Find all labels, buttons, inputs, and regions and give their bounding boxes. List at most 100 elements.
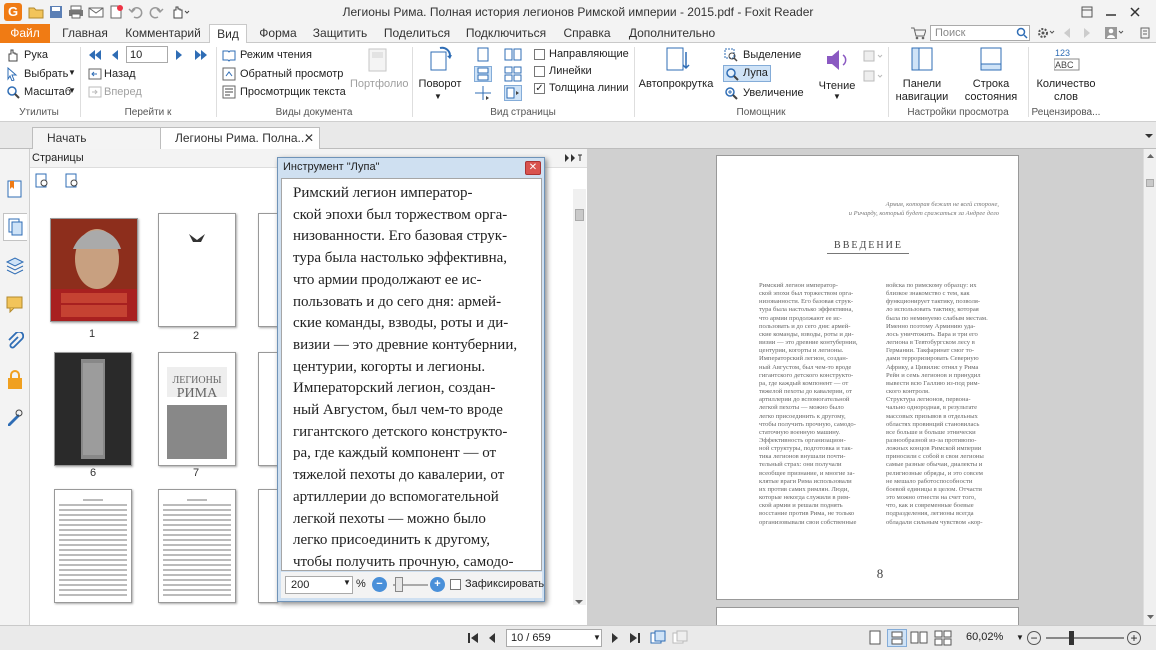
tab-start[interactable]: Начать [32, 127, 162, 149]
tabs-menu-icon[interactable] [1144, 132, 1154, 140]
page-thumbnail[interactable] [50, 218, 138, 322]
next-page-status-icon[interactable] [610, 632, 620, 644]
tab-form[interactable]: Форма [250, 24, 306, 43]
page-number-input[interactable]: 10 [126, 46, 168, 63]
bookmarks-icon[interactable] [6, 179, 24, 199]
rulers-check-box[interactable] [534, 66, 545, 77]
tab-document[interactable]: Легионы Рима. Полна... ✕ [160, 127, 320, 149]
page-indicator-input[interactable]: 10 / 659 [506, 629, 602, 647]
tab-share[interactable]: Поделиться [380, 24, 454, 43]
zoom-out-button[interactable]: − [1027, 631, 1041, 645]
scroll-down-icon[interactable] [1146, 613, 1155, 621]
portfolio-button[interactable]: Портфолио [350, 46, 409, 98]
minimize-button[interactable] [1098, 2, 1124, 22]
continuous-page-icon[interactable] [474, 66, 492, 82]
security-lock-icon[interactable] [6, 370, 24, 390]
thumb-zoom-out-icon[interactable] [64, 173, 80, 189]
zoom-slider-thumb[interactable] [1069, 631, 1074, 645]
autoscroll-button[interactable]: Автопрокрутка [638, 46, 714, 98]
thumb-zoom-in-icon[interactable] [34, 173, 50, 189]
comments-icon[interactable] [6, 295, 24, 313]
loupe-zoom-slider-thumb[interactable] [395, 577, 403, 592]
guides-check-box[interactable] [534, 49, 545, 60]
scroll-down-icon[interactable] [574, 598, 584, 606]
close-tab-icon[interactable]: ✕ [304, 128, 314, 149]
last-page-icon[interactable] [194, 49, 208, 61]
loupe-button[interactable]: Лупа [723, 65, 771, 82]
search-icon[interactable] [1016, 27, 1028, 39]
page-thumbnail[interactable] [54, 489, 132, 603]
zoom-in-button[interactable]: + [1127, 631, 1141, 645]
single-page-icon[interactable] [474, 47, 492, 63]
continuous-mode-icon[interactable] [887, 629, 907, 647]
collapse-panel-icon[interactable] [562, 149, 584, 167]
last-page-status-icon[interactable] [628, 632, 642, 644]
settings-gear-icon[interactable] [1036, 26, 1056, 40]
lock-checkbox[interactable] [450, 579, 461, 590]
pages-panel-icon[interactable] [3, 213, 27, 241]
tab-extras[interactable]: Дополнительно [624, 24, 720, 43]
panel-scrollbar[interactable] [573, 189, 586, 605]
close-loupe-button[interactable]: ✕ [525, 161, 541, 175]
user-icon[interactable] [1104, 26, 1126, 40]
back-view-status-icon[interactable] [650, 630, 666, 646]
menu-bar: Файл Главная Комментарий Вид Форма Защит… [0, 24, 1156, 44]
rotate-page-icon [430, 46, 452, 71]
loupe-window[interactable]: Инструмент "Лупа" ✕ Римский легион импер… [277, 157, 545, 602]
layers-icon[interactable] [5, 255, 25, 275]
facing-page-icon[interactable] [504, 47, 522, 63]
page-thumbnail[interactable] [258, 489, 278, 603]
back-nav-icon[interactable] [1060, 26, 1074, 40]
first-page-icon[interactable] [88, 49, 102, 61]
loupe-zoom-out-button[interactable]: − [372, 577, 387, 592]
facing-mode-icon[interactable] [910, 630, 928, 646]
help-icon[interactable] [1140, 27, 1150, 39]
title-page-image: ЛЕГИОНЫРИМА [167, 367, 227, 459]
epigraph-line-1: Армия, которая бежит не всей стороне, [885, 201, 999, 208]
scroll-up-icon[interactable] [1146, 152, 1155, 160]
forward-view-status-icon[interactable] [672, 630, 688, 646]
status-bar-button[interactable]: Строка состояния [958, 46, 1024, 104]
cover-page-icon[interactable] [504, 85, 522, 101]
single-page-mode-icon[interactable] [868, 630, 882, 646]
split-view-icon[interactable] [474, 85, 492, 101]
first-page-status-icon[interactable] [466, 632, 480, 644]
attachments-icon[interactable] [6, 332, 24, 352]
tab-home[interactable]: Главная [54, 24, 116, 43]
page-thumbnail[interactable] [258, 352, 278, 466]
checkmark-icon[interactable]: ✓ [534, 83, 545, 94]
prev-page-status-icon[interactable] [487, 632, 497, 644]
vertical-scrollbar[interactable] [1143, 149, 1156, 625]
page-thumbnail[interactable] [158, 213, 236, 327]
tab-comment[interactable]: Комментарий [120, 24, 206, 43]
signatures-icon[interactable] [6, 408, 24, 428]
read-options-icon[interactable] [862, 49, 886, 89]
search-input[interactable]: Поиск [930, 25, 1030, 41]
tab-help[interactable]: Справка [558, 24, 616, 43]
word-count-button[interactable]: 123 ABC Количество слов [1030, 46, 1102, 104]
close-button[interactable] [1122, 2, 1148, 22]
rotate-button[interactable]: Поворот ▼ [418, 46, 462, 104]
page-thumbnail[interactable] [158, 489, 236, 603]
zoom-percent-label[interactable]: 60,02% [966, 631, 1003, 643]
tab-view[interactable]: Вид [209, 24, 247, 44]
tab-protect[interactable]: Защитить [308, 24, 372, 43]
page-thumbnail[interactable] [258, 213, 278, 327]
continuous-facing-icon[interactable] [504, 66, 522, 82]
ribbon-toggle-icon[interactable] [1074, 2, 1100, 22]
read-aloud-button[interactable]: Чтение ▼ [812, 46, 862, 102]
next-page-icon[interactable] [174, 49, 184, 61]
tab-file[interactable]: Файл [0, 24, 50, 43]
forward-nav-icon[interactable] [1080, 26, 1094, 40]
zoom-slider-track[interactable] [1046, 637, 1124, 639]
page-thumbnail[interactable] [54, 352, 132, 466]
prev-page-icon[interactable] [110, 49, 120, 61]
page-thumbnail[interactable]: ЛЕГИОНЫ РИМА [158, 352, 236, 466]
loupe-zoom-in-button[interactable]: + [430, 577, 445, 592]
continuous-facing-mode-icon[interactable] [934, 630, 952, 646]
nav-panels-button[interactable]: Панели навигации [892, 46, 952, 104]
scrollbar-thumb[interactable] [575, 209, 584, 221]
scrollbar-thumb[interactable] [1146, 179, 1154, 187]
shop-icon[interactable] [910, 26, 926, 40]
tab-connect[interactable]: Подключиться [462, 24, 550, 43]
